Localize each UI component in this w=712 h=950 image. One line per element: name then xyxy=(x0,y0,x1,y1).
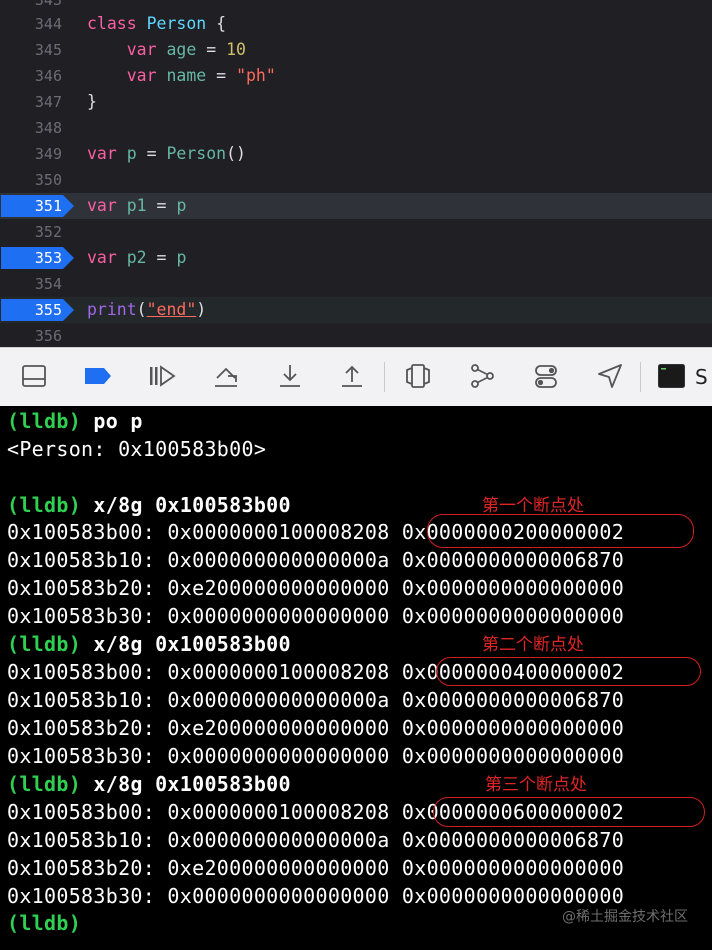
toolbar-divider xyxy=(384,362,385,392)
line-number: 344 xyxy=(34,15,62,33)
line-number: 345 xyxy=(34,41,62,59)
line-number: 347 xyxy=(34,93,62,111)
environment-overrides-icon[interactable] xyxy=(530,360,562,392)
code-line-347[interactable]: 347 } xyxy=(0,89,712,115)
lldb-prompt: (lldb) xyxy=(7,493,82,517)
lldb-prompt: (lldb) xyxy=(7,632,82,656)
memory-dump-line: 0x100583b20: 0xe200000000000000 0x000000… xyxy=(7,576,625,600)
memory-dump-line: 0x100583b10: 0x000000000000000a 0x000000… xyxy=(7,828,625,852)
terminal-icon[interactable] xyxy=(658,364,685,388)
line-number: 352 xyxy=(34,223,62,241)
code-line-353[interactable]: 353 var p2 = p xyxy=(0,245,712,271)
code-line-348[interactable]: 348 xyxy=(0,115,712,141)
console-line: (lldb) x/8g 0x100583b00 xyxy=(7,491,291,519)
memory-dump-line: 0x100583b10: 0x000000000000000a 0x000000… xyxy=(7,688,625,712)
code-line-354[interactable]: 354 xyxy=(0,271,712,297)
console-command: po p xyxy=(81,409,143,433)
line-number: 351 xyxy=(34,197,62,215)
simulate-location-icon[interactable] xyxy=(594,360,626,392)
code-text: var age = 10 xyxy=(126,40,246,59)
console-command: x/8g 0x100583b00 xyxy=(81,772,291,796)
code-text: var p = Person() xyxy=(87,144,246,163)
breakpoints-toggle-icon[interactable] xyxy=(82,360,114,392)
code-line-344[interactable]: 344 class Person { xyxy=(0,11,712,37)
code-text: print("end") xyxy=(87,300,207,319)
step-into-icon[interactable] xyxy=(274,360,306,392)
toolbar-divider xyxy=(640,362,641,392)
hide-debug-area-icon[interactable] xyxy=(18,360,50,392)
code-text: } xyxy=(87,92,97,111)
code-line-355[interactable]: 355 print("end") xyxy=(0,297,712,323)
console-command: x/8g 0x100583b00 xyxy=(81,493,291,517)
line-number: 353 xyxy=(34,249,62,267)
line-number: 346 xyxy=(34,67,62,85)
memory-dump-line: 0x100583b10: 0x000000000000000a 0x000000… xyxy=(7,548,625,572)
line-number: 350 xyxy=(34,171,62,189)
code-line-349[interactable]: 349 var p = Person() xyxy=(0,141,712,167)
line-number: 355 xyxy=(34,301,62,319)
memory-dump-line: 0x100583b30: 0x0000000000000000 0x000000… xyxy=(7,604,625,628)
memory-dump-line: 0x100583b20: 0xe200000000000000 0x000000… xyxy=(7,856,625,880)
console-line: <Person: 0x100583b00> xyxy=(7,437,267,461)
code-editor[interactable]: 343 344 class Person { 345 var age = 10 … xyxy=(0,0,712,347)
line-number: 349 xyxy=(34,145,62,163)
console-command: x/8g 0x100583b00 xyxy=(81,632,291,656)
annotation-second-breakpoint: 第二个断点处 xyxy=(482,635,584,655)
memory-dump-line: 0x100583b30: 0x0000000000000000 0x000000… xyxy=(7,884,625,908)
lldb-prompt: (lldb) xyxy=(7,772,82,796)
annotation-third-breakpoint: 第三个断点处 xyxy=(485,775,587,795)
lldb-prompt: (lldb) xyxy=(7,409,82,433)
code-text: var p1 = p xyxy=(87,196,187,215)
line-number: 348 xyxy=(34,119,62,137)
code-line-352[interactable]: 352 xyxy=(0,219,712,245)
memory-dump-line: 0x100583b30: 0x0000000000000000 0x000000… xyxy=(7,744,625,768)
code-text: class Person { xyxy=(87,14,227,33)
annotation-first-breakpoint: 第一个断点处 xyxy=(482,496,584,516)
line-number: 356 xyxy=(34,327,62,345)
step-out-icon[interactable] xyxy=(336,360,368,392)
console-line: (lldb) x/8g 0x100583b00 xyxy=(7,630,291,658)
console-line: (lldb) xyxy=(7,909,81,937)
highlight-ring xyxy=(427,514,694,548)
step-over-icon[interactable] xyxy=(210,360,242,392)
code-line-346[interactable]: 346 var name = "ph" xyxy=(0,63,712,89)
view-hierarchy-icon[interactable] xyxy=(402,360,434,392)
continue-icon[interactable] xyxy=(146,360,178,392)
console-line: (lldb) po p xyxy=(7,407,143,435)
lldb-prompt: (lldb) xyxy=(7,911,82,935)
code-line-351[interactable]: 351 var p1 = p xyxy=(0,193,712,219)
highlight-ring xyxy=(436,657,701,686)
code-text: var name = "ph" xyxy=(126,66,276,85)
memory-graph-icon[interactable] xyxy=(466,360,498,392)
code-line-350[interactable]: 350 xyxy=(0,167,712,193)
highlight-ring xyxy=(433,797,705,827)
line-number: 354 xyxy=(34,275,62,293)
lldb-console[interactable]: (lldb) po p <Person: 0x100583b00> (lldb)… xyxy=(0,406,712,950)
scheme-label[interactable]: S xyxy=(695,348,708,407)
debug-toolbar: S xyxy=(0,347,712,406)
code-line-345[interactable]: 345 var age = 10 xyxy=(0,37,712,63)
watermark: @稀土掘金技术社区 xyxy=(562,909,688,925)
code-text: var p2 = p xyxy=(87,248,187,267)
code-line-356[interactable]: 356 xyxy=(0,323,712,347)
console-line: (lldb) x/8g 0x100583b00 xyxy=(7,770,291,798)
memory-dump-line: 0x100583b20: 0xe200000000000000 0x000000… xyxy=(7,716,625,740)
